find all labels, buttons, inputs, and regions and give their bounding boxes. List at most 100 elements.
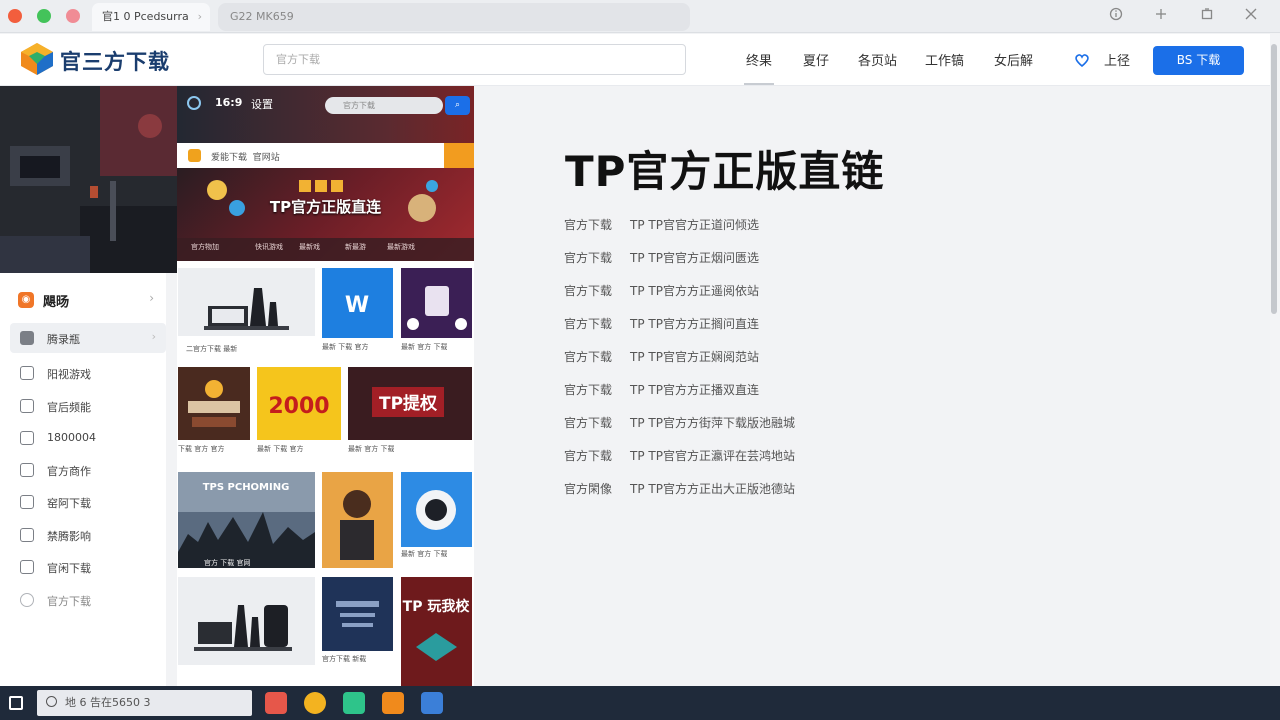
download-link[interactable]: 官方下载 TP TP官方方街萍下载版池融城 [564, 414, 795, 431]
banner-category[interactable]: 官方物加 [191, 242, 219, 252]
site-header: 官三方下载 官方下载 终果 夏仔 各页站 工作镐 女后解 上径 BS 下载 [0, 34, 1280, 86]
phone-top-label: 设置 [251, 98, 273, 111]
app-tile[interactable]: TP 玩我校 [401, 577, 472, 686]
download-link[interactable]: 官方閑像 TP TP官方方正出大正版池德站 [564, 480, 795, 497]
tile-caption: 官方 下载 官网 [204, 559, 251, 567]
taskbar-search-input[interactable]: 地 6 告在5650 3 [37, 690, 252, 716]
phone-banner-title: TP官方正版直连 [269, 198, 382, 216]
sidebar-item-9[interactable]: 官方下载 [10, 585, 166, 615]
nav-item-4[interactable]: 工作镐 [925, 50, 964, 69]
phone-search-button[interactable]: ⌕ [445, 96, 470, 115]
banner-category[interactable]: 最新戏 [299, 242, 320, 252]
nav-item-5[interactable]: 女后解 [994, 50, 1033, 69]
sidebar-heading-label: 飓旸 [43, 295, 70, 310]
download-icon [20, 495, 34, 509]
minimize-window-icon[interactable] [66, 9, 80, 23]
app-tile[interactable] [322, 472, 393, 568]
search-input[interactable]: 官方下载 [263, 44, 686, 75]
banner-category[interactable]: 快讯游戏 [255, 242, 283, 252]
site-logo-icon[interactable] [20, 42, 54, 76]
close-icon[interactable] [1240, 6, 1262, 28]
tile-caption: 最新 官方 下载 [401, 550, 448, 558]
taskbar: 地 6 告在5650 3 [0, 686, 1280, 720]
app-tile[interactable]: 二官方下载 最新 [178, 268, 315, 358]
sidebar-item-label: 窑阿下载 [47, 497, 91, 510]
tile-caption: 最新 官方 下载 [348, 445, 395, 453]
tile-caption: 最新 官方 下载 [401, 343, 448, 351]
app-tile[interactable]: TP提权 最新 官方 下载 [348, 367, 472, 463]
app-tile[interactable] [178, 577, 315, 686]
download-link[interactable]: 官方下载 TP TP官官方正道问倾选 [564, 216, 759, 233]
app-preview-panel: 16:9 设置 官方下载 ⌕ 爱能下载 官网站 TP官方正版直连 官方物加 快讯… [177, 86, 474, 686]
category-icon: ◉ [18, 292, 34, 308]
browser-tab[interactable]: 官1 0 Pcedsurra › [92, 3, 210, 31]
page-title: TP官方正版直链 [565, 147, 885, 196]
nav-item-3[interactable]: 各页站 [858, 50, 897, 69]
tile-caption: 官方下载 新载 [322, 655, 367, 663]
banner-category[interactable]: 新最游 [345, 242, 366, 252]
banner-category[interactable]: 最新游戏 [387, 242, 415, 252]
login-link[interactable]: 上径 [1104, 50, 1130, 69]
sidebar-item-2[interactable]: 阳视游戏 [10, 358, 166, 388]
chevron-right-icon: › [151, 330, 156, 343]
tile-2000-text: 2000 [268, 394, 329, 419]
restore-icon[interactable] [1196, 6, 1218, 28]
phone-banner[interactable]: TP官方正版直连 官方物加 快讯游戏 最新戏 新最游 最新游戏 [177, 168, 474, 261]
download-link[interactable]: 官方下载 TP TP官方方正搁问直连 [564, 315, 759, 332]
close-window-icon[interactable] [8, 9, 22, 23]
info-icon[interactable] [1105, 6, 1127, 28]
search-icon [46, 696, 57, 707]
app-tile[interactable]: 最新 官方 下载 [401, 472, 472, 568]
sidebar-item-6[interactable]: 窑阿下载 [10, 487, 166, 517]
sidebar-item-label: 禁腾影响 [47, 530, 91, 543]
app-tile[interactable]: 下载 官方 官方 [178, 367, 250, 463]
phone-bar-button[interactable] [444, 143, 474, 168]
taskbar-app-icon[interactable] [382, 692, 404, 714]
site-logo-text[interactable]: 官三方下载 [60, 46, 170, 76]
download-link[interactable]: 官方下载 TP TP官方方正遥阅依站 [564, 282, 759, 299]
sidebar-item-label: 腾录瓶 [47, 333, 80, 346]
tile-tp-text: TP提权 [379, 393, 438, 414]
sidebar-item-5[interactable]: 官方商作 [10, 455, 166, 485]
minimize-icon[interactable] [1150, 6, 1172, 28]
tile-game-text: TP 玩我校 [403, 598, 471, 615]
download-link[interactable]: 官方下载 TP TP官官方正瀛评在芸鸿地站 [564, 447, 795, 464]
sidebar-item-8[interactable]: 官闲下载 [10, 552, 166, 582]
scrollbar-thumb[interactable] [1271, 44, 1277, 314]
heart-icon[interactable] [1073, 51, 1091, 69]
tile-caption: 最新 下载 官方 [257, 445, 304, 453]
taskbar-app-icon[interactable] [265, 692, 287, 714]
download-link[interactable]: 官方下载 TP TP官方方正播双直连 [564, 381, 759, 398]
download-button[interactable]: BS 下载 [1153, 46, 1244, 75]
svg-text:W: W [345, 293, 369, 318]
shop-icon [20, 463, 34, 477]
chevron-right-icon: › [149, 291, 154, 305]
sidebar-item-label: 阳视游戏 [47, 368, 91, 381]
sidebar-item-7[interactable]: 禁腾影响 [10, 520, 166, 550]
sidebar-heading[interactable]: ◉ 飓旸 › [18, 290, 158, 310]
app-tile[interactable]: 官方下载 新载 [322, 577, 393, 686]
app-tile[interactable]: TPS PCHOMING 官方 下载 官网 [178, 472, 315, 568]
sidebar-item-4[interactable]: 1800004 [10, 423, 166, 453]
sidebar-item-label: 官后频能 [47, 401, 91, 414]
app-icon [188, 149, 201, 162]
sidebar-item-1[interactable]: 腾录瓶 › [10, 323, 166, 353]
download-link[interactable]: 官方下载 TP TP官官方正娴阅范站 [564, 348, 759, 365]
nav-item-2[interactable]: 夏仔 [803, 50, 829, 69]
sidebar-item-3[interactable]: 官后频能 [10, 391, 166, 421]
maximize-window-icon[interactable] [37, 9, 51, 23]
start-menu-icon[interactable] [9, 696, 23, 710]
video-icon [20, 399, 34, 413]
address-bar[interactable]: G22 MK659 [218, 3, 690, 31]
browser-app-icon[interactable] [304, 692, 326, 714]
edit-icon [20, 560, 34, 574]
app-tile[interactable]: 2000 最新 下载 官方 [257, 367, 341, 463]
nav-item-1[interactable]: 终果 [743, 50, 775, 85]
taskbar-app-icon[interactable] [421, 692, 443, 714]
phone-search-input[interactable]: 官方下载 [325, 97, 443, 114]
app-tile[interactable]: W 最新 下载 官方 [322, 268, 393, 358]
phone-time: 16:9 [215, 96, 243, 109]
download-link[interactable]: 官方下载 TP TP官官方正烟问匮选 [564, 249, 759, 266]
app-tile[interactable]: 最新 官方 下载 [401, 268, 472, 358]
taskbar-app-icon[interactable] [343, 692, 365, 714]
